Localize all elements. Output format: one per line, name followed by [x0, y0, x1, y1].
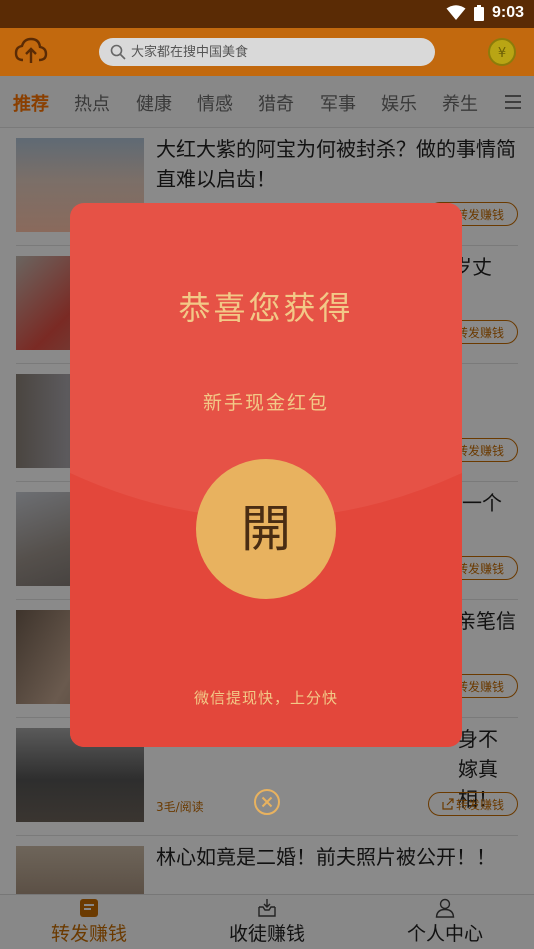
cloud-upload-icon[interactable] [14, 36, 48, 66]
search-bar[interactable] [99, 38, 435, 66]
share-earn-button[interactable]: 转发赚钱 [428, 792, 518, 816]
red-envelope-popup: 恭喜您获得 新手现金红包 開 微信提现快，上分快 [70, 203, 462, 747]
nav-label: 个人中心 [406, 923, 483, 945]
read-price: 3毛/阅读 [156, 800, 204, 814]
inbox-download-icon [258, 899, 276, 917]
popup-footer: 微信提现快，上分快 [193, 689, 338, 707]
person-icon [435, 898, 455, 918]
nav-profile[interactable]: 个人中心 [356, 895, 534, 949]
close-icon[interactable] [253, 788, 281, 816]
thumbnail [16, 846, 144, 894]
nav-share-earn[interactable]: 转发赚钱 [0, 895, 178, 949]
nav-recruit-earn[interactable]: 收徒赚钱 [178, 895, 356, 949]
search-icon [110, 44, 126, 60]
coin-icon[interactable]: ¥ [488, 38, 516, 66]
tab-curiosity[interactable]: 猎奇 [258, 90, 294, 116]
tab-recommend[interactable]: 推荐 [13, 90, 49, 116]
item-title: 一个 [462, 491, 502, 515]
list-item[interactable]: 林心如竟是二婚！前夫照片被公开！！ [0, 836, 534, 894]
open-envelope-button[interactable]: 開 [196, 459, 336, 599]
share-label: 转发赚钱 [455, 797, 504, 812]
share-doc-icon [80, 899, 98, 917]
share-label: 转发赚钱 [455, 561, 504, 576]
item-title: 岁丈 [452, 255, 492, 279]
status-icons: 9:03 [446, 4, 524, 22]
search-input[interactable] [131, 41, 421, 63]
share-label: 转发赚钱 [455, 207, 504, 222]
tab-health[interactable]: 健康 [136, 90, 172, 116]
menu-icon[interactable] [504, 94, 522, 110]
nav-label: 收徒赚钱 [228, 923, 305, 945]
category-tabs: 推荐 热点 健康 情感 猎奇 军事 娱乐 养生 [0, 76, 534, 128]
app-bar: ¥ [0, 28, 534, 76]
popup-subtitle: 新手现金红包 [202, 392, 329, 414]
share-label: 转发赚钱 [455, 679, 504, 694]
status-bar: 9:03 [0, 0, 534, 28]
share-label: 转发赚钱 [455, 325, 504, 340]
share-label: 转发赚钱 [455, 443, 504, 458]
battery-icon [473, 5, 484, 21]
item-title: 亲笔信 [456, 609, 516, 633]
bottom-nav: 转发赚钱 收徒赚钱 个人中心 [0, 894, 534, 949]
nav-label: 转发赚钱 [50, 923, 127, 945]
tab-wellness[interactable]: 养生 [442, 90, 478, 116]
tab-hot[interactable]: 热点 [74, 90, 110, 116]
item-title: 大红大紫的阿宝为何被封杀？做的事情简直难以启齿！ [156, 137, 516, 191]
status-time: 9:03 [491, 4, 524, 21]
popup-title: 恭喜您获得 [178, 289, 354, 327]
tab-entertainment[interactable]: 娱乐 [381, 90, 417, 116]
tab-military[interactable]: 军事 [320, 90, 356, 116]
wifi-icon [446, 5, 466, 20]
tab-emotion[interactable]: 情感 [197, 90, 233, 116]
share-icon [442, 798, 454, 810]
item-title: 林心如竟是二婚！前夫照片被公开！！ [156, 845, 496, 869]
